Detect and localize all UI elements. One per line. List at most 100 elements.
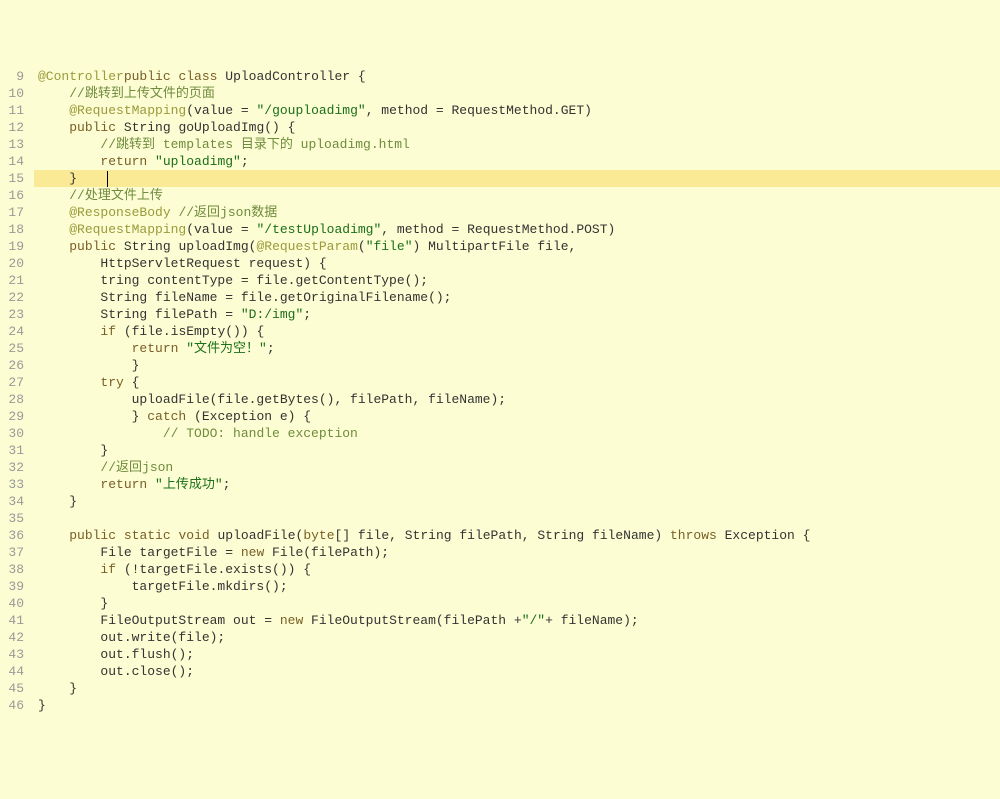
code-line[interactable]: public String uploadImg(@RequestParam("f…: [34, 238, 1000, 255]
code-line[interactable]: // TODO: handle exception: [34, 425, 1000, 442]
token-annot: @ResponseBody: [69, 205, 170, 220]
code-line[interactable]: public String goUploadImg() {: [34, 119, 1000, 136]
token-punct: HttpServletRequest request) {: [38, 256, 327, 271]
token-punct: [38, 205, 69, 220]
code-line[interactable]: out.close();: [34, 663, 1000, 680]
token-punct: ;: [303, 307, 311, 322]
code-line[interactable]: @RequestMapping(value = "/gouploadimg", …: [34, 102, 1000, 119]
code-line[interactable]: @Controllerpublic class UploadController…: [34, 68, 1000, 85]
token-punct: }: [38, 358, 139, 373]
code-line[interactable]: return "uploadimg";: [34, 153, 1000, 170]
token-punct: [38, 341, 132, 356]
token-string: "文件为空！": [186, 341, 267, 356]
token-comment: //返回json: [100, 460, 173, 475]
code-line[interactable]: if (!targetFile.exists()) {: [34, 561, 1000, 578]
code-line[interactable]: targetFile.mkdirs();: [34, 578, 1000, 595]
token-keyword: catch: [147, 409, 186, 424]
code-line[interactable]: //返回json: [34, 459, 1000, 476]
token-string: "/": [522, 613, 545, 628]
token-keyword: if: [100, 324, 116, 339]
code-line[interactable]: @ResponseBody //返回json数据: [34, 204, 1000, 221]
code-line[interactable]: }: [34, 680, 1000, 697]
line-number: 28: [0, 391, 24, 408]
line-number: 9: [0, 68, 24, 85]
token-punct: [38, 562, 100, 577]
line-number: 37: [0, 544, 24, 561]
code-line[interactable]: @RequestMapping(value = "/testUploadimg"…: [34, 221, 1000, 238]
line-number: 42: [0, 629, 24, 646]
code-line[interactable]: String fileName = file.getOriginalFilena…: [34, 289, 1000, 306]
code-line[interactable]: }: [34, 170, 1000, 187]
token-punct: ;: [267, 341, 275, 356]
token-comment: // TODO: handle exception: [163, 426, 358, 441]
code-line[interactable]: }: [34, 493, 1000, 510]
line-number-gutter: 9101112131415161718192021222324252627282…: [0, 68, 34, 714]
code-line[interactable]: //跳转到上传文件的页面: [34, 85, 1000, 102]
code-line[interactable]: uploadFile(file.getBytes(), filePath, fi…: [34, 391, 1000, 408]
code-line[interactable]: String filePath = "D:/img";: [34, 306, 1000, 323]
code-area[interactable]: @Controllerpublic class UploadController…: [34, 68, 1000, 714]
line-number: 36: [0, 527, 24, 544]
token-punct: }: [38, 681, 77, 696]
token-punct: tring contentType = file.getContentType(…: [38, 273, 428, 288]
token-punct: out.write(file);: [38, 630, 225, 645]
token-punct: ;: [223, 477, 231, 492]
code-line[interactable]: try {: [34, 374, 1000, 391]
code-line[interactable]: //处理文件上传: [34, 187, 1000, 204]
token-keyword: return: [100, 154, 147, 169]
token-punct: (value =: [186, 222, 256, 237]
token-punct: targetFile.mkdirs();: [38, 579, 288, 594]
line-number: 38: [0, 561, 24, 578]
token-punct: [38, 528, 69, 543]
line-number: 12: [0, 119, 24, 136]
token-keyword: public: [69, 120, 116, 135]
token-string: "file": [366, 239, 413, 254]
token-punct: }: [38, 494, 77, 509]
code-line[interactable]: [34, 510, 1000, 527]
line-number: 25: [0, 340, 24, 357]
code-line[interactable]: tring contentType = file.getContentType(…: [34, 272, 1000, 289]
code-line[interactable]: HttpServletRequest request) {: [34, 255, 1000, 272]
token-punct: [38, 188, 69, 203]
code-line[interactable]: } catch (Exception e) {: [34, 408, 1000, 425]
code-line[interactable]: }: [34, 697, 1000, 714]
token-comment: //跳转到 templates 目录下的 uploadimg.html: [100, 137, 409, 152]
code-line[interactable]: //跳转到 templates 目录下的 uploadimg.html: [34, 136, 1000, 153]
code-line[interactable]: if (file.isEmpty()) {: [34, 323, 1000, 340]
line-number: 35: [0, 510, 24, 527]
code-line[interactable]: public static void uploadFile(byte[] fil…: [34, 527, 1000, 544]
token-keyword: if: [100, 562, 116, 577]
token-punct: , method = RequestMethod.POST): [381, 222, 615, 237]
code-line[interactable]: return "上传成功";: [34, 476, 1000, 493]
token-keyword: new: [241, 545, 264, 560]
token-punct: , method = RequestMethod.GET): [366, 103, 592, 118]
line-number: 33: [0, 476, 24, 493]
token-punct: ) MultipartFile file,: [413, 239, 577, 254]
code-line[interactable]: FileOutputStream out = new FileOutputStr…: [34, 612, 1000, 629]
token-punct: [38, 103, 69, 118]
code-line[interactable]: out.write(file);: [34, 629, 1000, 646]
line-number: 44: [0, 663, 24, 680]
token-punct: uploadFile(: [210, 528, 304, 543]
token-punct: uploadFile(file.getBytes(), filePath, fi…: [38, 392, 506, 407]
line-number: 31: [0, 442, 24, 459]
code-line[interactable]: }: [34, 357, 1000, 374]
token-punct: Exception {: [717, 528, 811, 543]
token-punct: }: [38, 443, 108, 458]
line-number: 43: [0, 646, 24, 663]
code-line[interactable]: File targetFile = new File(filePath);: [34, 544, 1000, 561]
token-punct: [38, 239, 69, 254]
text-cursor: [107, 171, 108, 187]
line-number: 18: [0, 221, 24, 238]
token-punct: [38, 120, 69, 135]
token-punct: (!targetFile.exists()) {: [116, 562, 311, 577]
code-line[interactable]: }: [34, 595, 1000, 612]
line-number: 39: [0, 578, 24, 595]
token-punct: [38, 426, 163, 441]
token-type: UploadController: [225, 69, 350, 84]
code-line[interactable]: }: [34, 442, 1000, 459]
code-editor[interactable]: 9101112131415161718192021222324252627282…: [0, 68, 1000, 714]
line-number: 14: [0, 153, 24, 170]
code-line[interactable]: out.flush();: [34, 646, 1000, 663]
code-line[interactable]: return "文件为空！";: [34, 340, 1000, 357]
